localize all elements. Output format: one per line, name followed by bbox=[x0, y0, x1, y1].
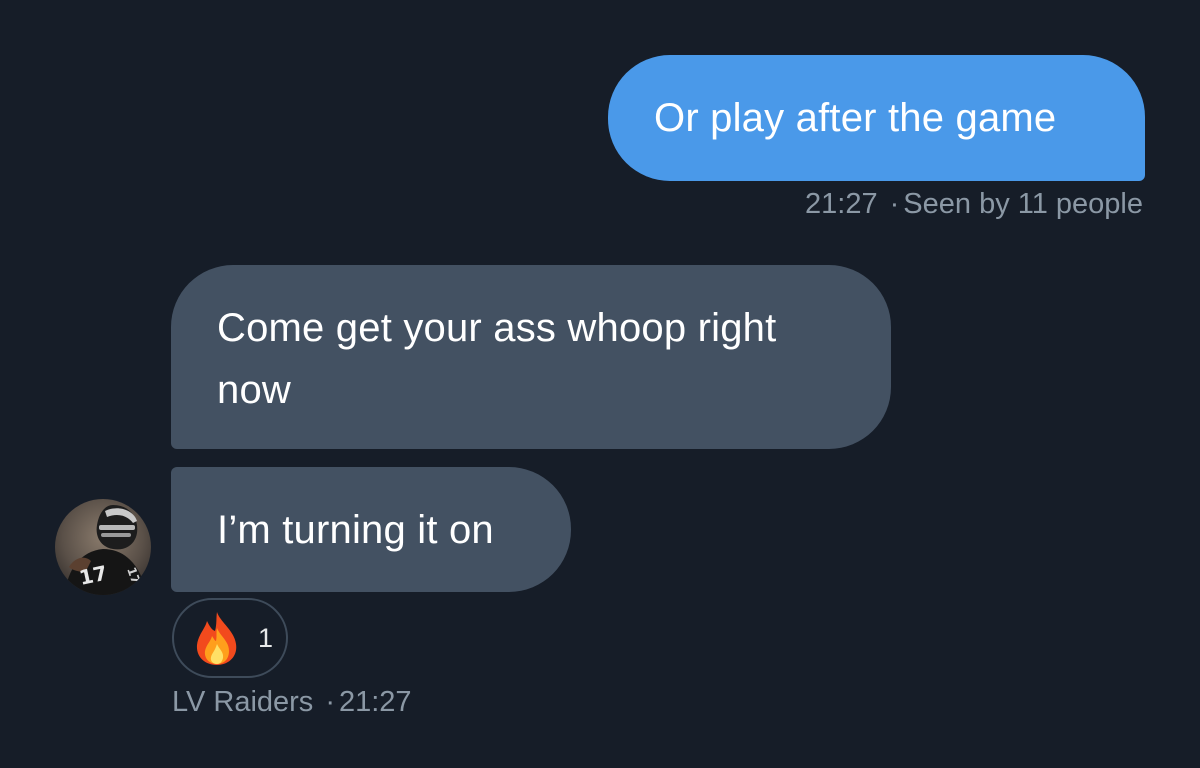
received-message-text: Come get your ass whoop right now bbox=[217, 306, 777, 412]
received-message-bubble[interactable]: Come get your ass whoop right now bbox=[171, 265, 891, 449]
player-avatar-icon: 17 17 bbox=[55, 499, 151, 595]
sent-message-bubble[interactable]: Or play after the game bbox=[608, 55, 1145, 181]
meta-separator: · bbox=[889, 188, 900, 220]
sender-name[interactable]: LV Raiders bbox=[172, 686, 313, 718]
sent-message-text: Or play after the game bbox=[654, 96, 1057, 140]
reaction-pill[interactable]: 1 bbox=[172, 598, 288, 678]
avatar[interactable]: 17 17 bbox=[55, 499, 151, 595]
received-message-text: I’m turning it on bbox=[217, 508, 494, 552]
reaction-count: 1 bbox=[258, 622, 274, 653]
fire-icon bbox=[190, 608, 244, 668]
received-message-meta: LV Raiders · 21:27 bbox=[172, 686, 412, 719]
sent-message-time: 21:27 bbox=[805, 188, 878, 220]
received-message-time: 21:27 bbox=[338, 686, 412, 718]
seen-status: Seen by 11 people bbox=[903, 188, 1143, 220]
received-message-bubble[interactable]: I’m turning it on bbox=[171, 467, 571, 592]
meta-separator: · bbox=[325, 686, 335, 718]
sent-message-meta: 21:27 · Seen by 11 people bbox=[805, 188, 1143, 221]
